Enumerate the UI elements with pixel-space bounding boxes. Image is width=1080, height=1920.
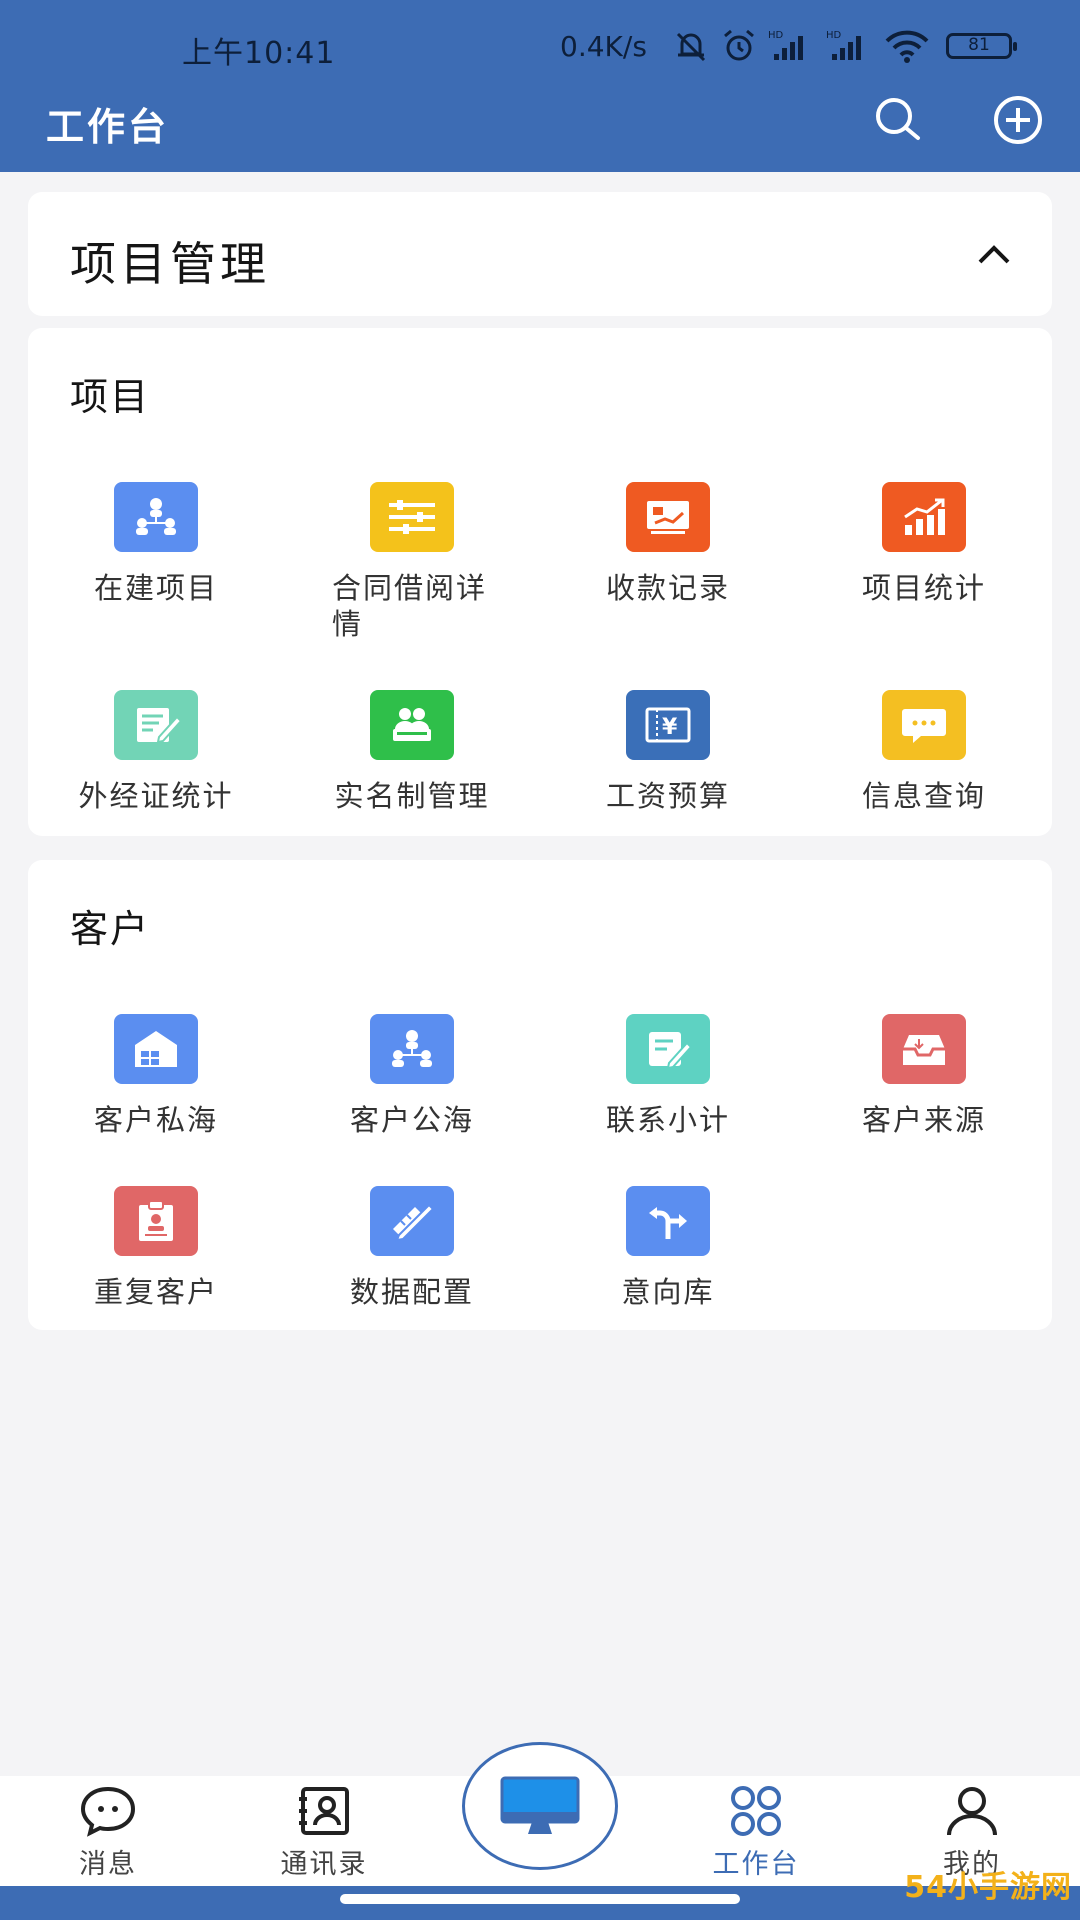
tile-label: 项目统计 — [861, 571, 986, 605]
search-icon — [876, 98, 920, 140]
home-indicator[interactable] — [340, 1894, 740, 1904]
chat-bubble-icon — [882, 690, 966, 760]
tile-label: 联系小计 — [605, 1103, 730, 1137]
project-team-icon — [114, 482, 198, 552]
yen-ticket-icon: ¥ — [626, 690, 710, 760]
tile-label: 在建项目 — [93, 571, 218, 605]
direction-arrow-icon — [626, 1186, 710, 1256]
collapse-button[interactable] — [972, 234, 1016, 274]
tile-in-progress-projects[interactable]: 在建项目 — [28, 482, 284, 652]
sliders-icon — [370, 482, 454, 552]
tab-label: 工作台 — [712, 1849, 800, 1880]
section-title: 客户 — [70, 907, 151, 951]
tile-label: 意向库 — [621, 1275, 715, 1309]
tab-contacts[interactable]: 通讯录 — [244, 1782, 404, 1882]
status-net-speed: 0.4K/s — [560, 30, 647, 63]
tile-foreign-cert-statistics[interactable]: 外经证统计 — [28, 690, 284, 860]
watermark-logo: 54小手游网 — [904, 1870, 1072, 1905]
workbench-grid-icon — [731, 1786, 781, 1836]
section-card-customer: 客户 客户私海 客户公海 联系小计 客户来源 重复客户 数据配置 意向库 — [28, 860, 1052, 1330]
tile-label: 客户公海 — [349, 1103, 474, 1137]
house-grid-icon — [114, 1014, 198, 1084]
tile-customer-source[interactable]: 客户来源 — [796, 1014, 1052, 1184]
search-button[interactable] — [870, 92, 926, 148]
tab-messages[interactable]: 消息 — [28, 1782, 188, 1882]
certificate-edit-icon — [114, 690, 198, 760]
contacts-icon — [299, 1787, 349, 1835]
module-title: 项目管理 — [70, 237, 270, 291]
team-network-icon — [370, 1014, 454, 1084]
tile-label: 数据配置 — [349, 1275, 474, 1309]
tile-label: 客户私海 — [93, 1103, 218, 1137]
tile-info-query[interactable]: 信息查询 — [796, 690, 1052, 860]
mute-bell-icon — [676, 32, 706, 62]
tile-realname-management[interactable]: 实名制管理 — [284, 690, 540, 860]
status-icons: HD HD 81 — [672, 26, 1017, 66]
page-title: 工作台 — [46, 105, 170, 149]
tile-payment-records[interactable]: 收款记录 — [540, 482, 796, 652]
plus-circle-icon — [994, 96, 1042, 144]
battery-icon: 81 — [946, 33, 1017, 59]
profile-icon — [947, 1787, 997, 1836]
people-id-icon — [370, 690, 454, 760]
tile-private-customers[interactable]: 客户私海 — [28, 1014, 284, 1184]
tile-label: 实名制管理 — [334, 779, 490, 813]
center-workspace-button[interactable] — [462, 1742, 618, 1870]
clipboard-user-icon — [114, 1186, 198, 1256]
tab-label: 通讯录 — [280, 1849, 368, 1880]
tile-duplicate-customers[interactable]: 重复客户 — [28, 1186, 284, 1356]
top-bar: 上午10:41 0.4K/s HD HD 81 工作台 — [0, 0, 1080, 172]
inbox-tray-icon — [882, 1014, 966, 1084]
tile-contact-notes[interactable]: 联系小计 — [540, 1014, 796, 1184]
bar-chart-icon — [882, 482, 966, 552]
status-time: 上午10:41 — [182, 36, 336, 71]
tile-salary-budget[interactable]: ¥ 工资预算 — [540, 690, 796, 860]
section-title: 项目 — [70, 375, 151, 419]
tab-workbench[interactable]: 工作台 — [676, 1782, 836, 1882]
section-card-project: 项目 在建项目 合同借阅详情 收款记录 项目统计 外经证统计 实名制管理 ¥ 工… — [28, 328, 1052, 836]
chevron-up-icon — [978, 245, 1010, 264]
signal-hd-1-icon: HD — [768, 30, 803, 60]
tile-label: 外经证统计 — [78, 779, 234, 813]
tile-label: 信息查询 — [861, 779, 986, 813]
tile-label: 合同借阅详情 — [332, 571, 488, 641]
module-header-card[interactable]: 项目管理 — [28, 192, 1052, 316]
tile-contract-borrow-details[interactable]: 合同借阅详情 — [284, 482, 540, 652]
ruler-pencil-icon — [370, 1186, 454, 1256]
tile-public-customers[interactable]: 客户公海 — [284, 1014, 540, 1184]
signal-hd-2-icon: HD — [826, 30, 861, 60]
receipt-board-icon — [626, 482, 710, 552]
svg-text:¥: ¥ — [662, 715, 678, 740]
tile-project-statistics[interactable]: 项目统计 — [796, 482, 1052, 652]
wifi-icon — [885, 30, 929, 63]
alarm-icon — [724, 29, 754, 61]
tile-label: 工资预算 — [605, 779, 730, 813]
monitor-icon — [500, 1776, 580, 1834]
tile-label: 客户来源 — [861, 1103, 986, 1137]
svg-text:HD: HD — [826, 30, 842, 41]
tab-label: 消息 — [79, 1849, 137, 1880]
tile-data-config[interactable]: 数据配置 — [284, 1186, 540, 1356]
note-pen-icon — [626, 1014, 710, 1084]
tile-intention-library[interactable]: 意向库 — [540, 1186, 796, 1356]
battery-level: 81 — [968, 35, 990, 55]
add-button[interactable] — [990, 92, 1046, 148]
tile-label: 重复客户 — [93, 1275, 218, 1309]
svg-text:HD: HD — [768, 30, 784, 41]
tile-label: 收款记录 — [605, 571, 730, 605]
message-icon — [80, 1786, 136, 1837]
